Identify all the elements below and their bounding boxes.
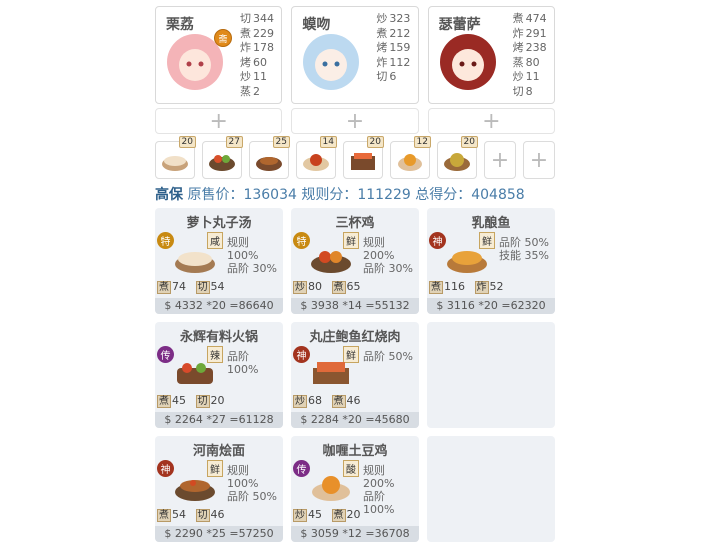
recipe-bonus: 品阶 50% <box>363 350 413 363</box>
recipe-icon <box>447 251 487 273</box>
recipe-bonus: 规则 100% 品阶 30% <box>227 236 277 275</box>
skill-requirements: 炒 45 煮 20 <box>293 508 361 522</box>
price-line: $ 2264 *27 =61128 <box>155 412 283 428</box>
dish-slot[interactable]: 20 <box>155 136 196 179</box>
recipe-card[interactable]: 三杯鸡 特 鲜 规则 200% 品阶 30% 炒 80 煮 65 $ 3938 *14… <box>291 208 419 314</box>
add-dish-button[interactable]: + <box>484 141 516 179</box>
add-dish-button[interactable]: + <box>523 141 555 179</box>
recipe-grid: 萝卜丸子汤 特 咸 规则 100% 品阶 30% 煮 74 切 54 $ 4332 *… <box>155 208 555 542</box>
dish-slot[interactable]: 20 <box>343 136 384 179</box>
chef-card-3[interactable]: 瑟蕾萨 煮 474 炸 291 烤 238 蒸 80 炒 11 切8 <box>427 6 555 104</box>
skill-requirements: 炒 68 煮 46 <box>293 394 361 408</box>
skill-requirements: 煮 74 切 54 <box>157 280 225 294</box>
dish-slot-row: 20 27 25 14 20 12 20 + + <box>155 136 555 179</box>
recipe-card[interactable]: 咖喱土豆鸡 传 酸 规则 200% 品阶 100% 炒 45 煮 20 $ 3059 … <box>291 436 419 542</box>
price-line: $ 3059 *12 =36708 <box>291 526 419 542</box>
recipe-card[interactable]: 萝卜丸子汤 特 咸 规则 100% 品阶 30% 煮 74 切 54 $ 4332 *… <box>155 208 283 314</box>
recipe-card[interactable]: 河南烩面 神 鲜 规则 100% 品阶 50% 煮 54 切 46 $ 2290 *2… <box>155 436 283 542</box>
dish-count: 20 <box>460 136 478 148</box>
chef-skills: 煮 474 炸 291 烤 238 蒸 80 炒 11 切8 <box>512 12 547 98</box>
skill-requirements: 煮 116 炸 52 <box>429 280 504 294</box>
chef-skills: 切 344 煮 229 炸 178 烤 60 炒 11 蒸2 <box>240 12 274 98</box>
price-line: $ 2284 *20 =45680 <box>291 412 419 428</box>
recipe-title: 乳酿鱼 <box>471 216 511 231</box>
dish-count: 12 <box>413 136 431 148</box>
add-equip-button[interactable]: + <box>155 108 283 134</box>
recipe-bonus: 规则 100% 品阶 50% <box>227 464 277 503</box>
recipe-bonus: 规则 200% 品阶 30% <box>363 236 413 275</box>
recipe-icon <box>175 252 215 273</box>
price-line: $ 2290 *25 =57250 <box>155 526 283 542</box>
medal-icon: 斋 <box>214 29 232 47</box>
equip-row: + + + <box>155 108 555 134</box>
dish-slot[interactable]: 25 <box>249 136 290 179</box>
score-text: 原售价：136034 规则分：111229 总得分：404858 <box>187 187 525 203</box>
chef-card-2[interactable]: 蟆吻 炒 323 煮 212 烤 159 炸 112 切6 <box>291 6 419 104</box>
skill-requirements: 炒 80 煮 65 <box>293 280 361 294</box>
recipe-icon <box>312 476 350 501</box>
rule-label: 高保 <box>155 187 183 203</box>
dish-count: 20 <box>178 136 196 148</box>
chef-skills: 炒 323 煮 212 烤 159 炸 112 切6 <box>376 12 411 84</box>
chef-portrait <box>303 34 360 90</box>
recipe-bonus: 品阶 50% 技能 35% <box>499 236 549 262</box>
dish-count: 25 <box>272 136 290 148</box>
recipe-title: 丸庄鲍鱼红烧肉 <box>309 330 401 345</box>
recipe-icon <box>177 363 213 384</box>
dish-slot[interactable]: 27 <box>202 136 243 179</box>
chef-portrait <box>439 34 496 90</box>
recipe-bonus: 规则 200% 品阶 100% <box>363 464 395 516</box>
recipe-title: 咖喱土豆鸡 <box>322 444 388 459</box>
add-equip-button[interactable]: + <box>291 108 419 134</box>
price-line: $ 4332 *20 =86640 <box>155 298 283 314</box>
chef-card-1[interactable]: 栗荔 斋 切 344 煮 229 炸 178 烤 60 炒 11 蒸2 <box>155 6 283 104</box>
dish-slot[interactable]: 12 <box>390 136 431 179</box>
skill-requirements: 煮 54 切 46 <box>157 508 225 522</box>
recipe-icon <box>313 362 349 384</box>
recipe-icon <box>311 251 351 273</box>
dish-count: 27 <box>225 136 243 148</box>
dish-count: 14 <box>319 136 337 148</box>
chef-row: 栗荔 斋 切 344 煮 229 炸 178 烤 60 炒 11 蒸2 蟆吻 炒 32 <box>155 6 555 104</box>
score-summary: 高保 原售价：136034 规则分：111229 总得分：404858 <box>155 184 555 204</box>
empty-recipe-slot[interactable] <box>427 322 555 428</box>
recipe-card[interactable]: 丸庄鲍鱼红烧肉 神 鲜 品阶 50% 炒 68 煮 46 $ 2284 *20 =4… <box>291 322 419 428</box>
main-panel: 栗荔 斋 切 344 煮 229 炸 178 烤 60 炒 11 蒸2 蟆吻 炒 32 <box>155 6 555 542</box>
recipe-icon <box>175 480 215 501</box>
recipe-title: 永辉有料火锅 <box>179 330 258 345</box>
price-line: $ 3116 *20 =62320 <box>427 298 555 314</box>
recipe-card[interactable]: 永辉有料火锅 传 辣 品阶 100% 煮 45 切 20 $ 2264 *27 =6… <box>155 322 283 428</box>
dish-count: 20 <box>366 136 384 148</box>
recipe-title: 萝卜丸子汤 <box>186 216 252 231</box>
recipe-title: 三杯鸡 <box>335 216 375 231</box>
skill-requirements: 煮 45 切 20 <box>157 394 225 408</box>
recipe-bonus: 品阶 100% <box>227 350 259 376</box>
price-line: $ 3938 *14 =55132 <box>291 298 419 314</box>
dish-slot[interactable]: 20 <box>437 136 478 179</box>
empty-recipe-slot[interactable] <box>427 436 555 542</box>
recipe-title: 河南烩面 <box>192 444 245 459</box>
add-equip-button[interactable]: + <box>427 108 555 134</box>
dish-slot[interactable]: 14 <box>296 136 337 179</box>
recipe-card[interactable]: 乳酿鱼 神 鲜 品阶 50% 技能 35% 煮 116 炸 52 $ 3116 *20… <box>427 208 555 314</box>
